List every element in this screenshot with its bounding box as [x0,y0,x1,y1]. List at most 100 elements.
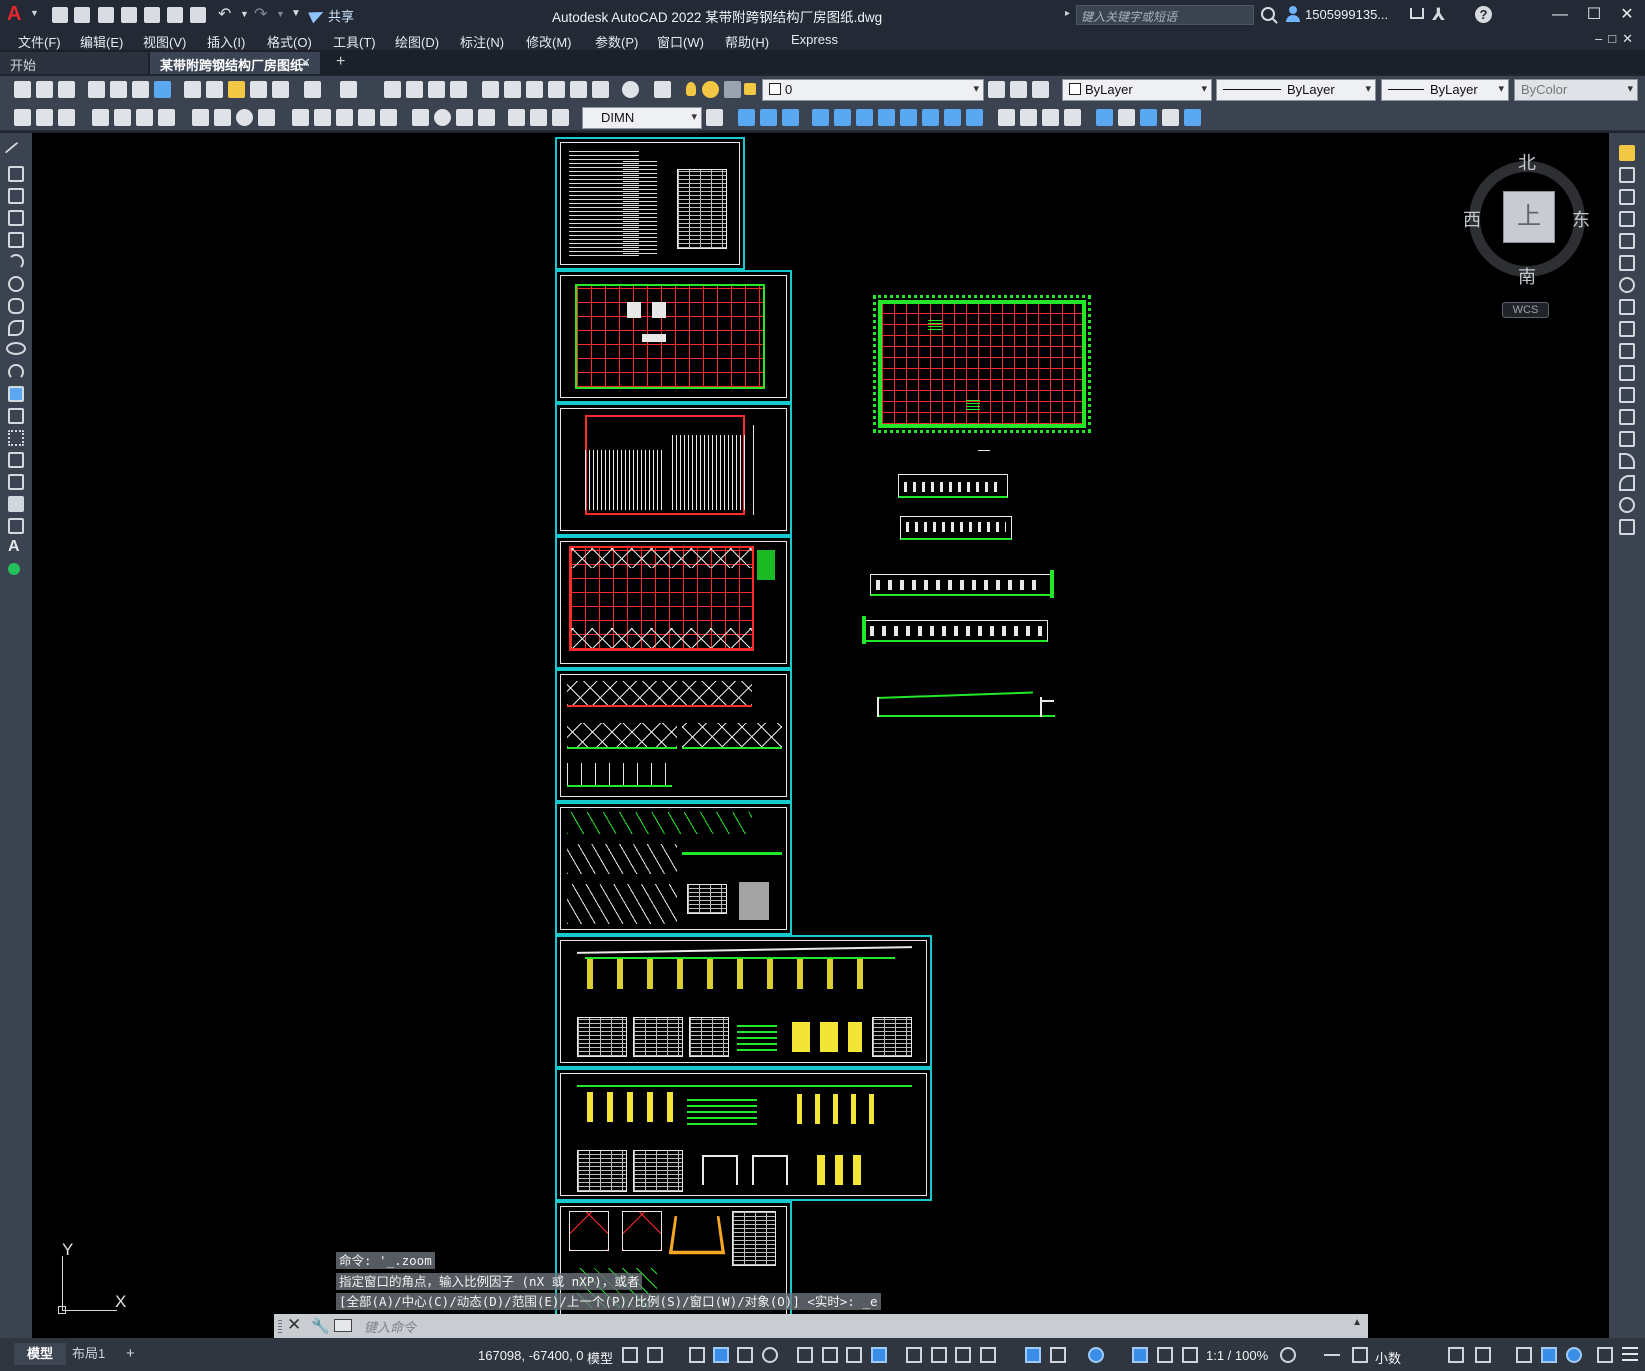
hardware-acceleration-icon[interactable] [1566,1347,1582,1363]
linetype-dropdown[interactable]: ByLayer [1216,79,1376,101]
aligned-dimension-icon[interactable] [114,109,131,126]
dimension-text-edit-icon[interactable] [530,109,547,126]
document-window-controls[interactable]: –□✕ [1595,31,1639,47]
sheet-bracing-plan[interactable] [555,536,792,669]
layer-dropdown[interactable]: 0 [762,79,984,101]
compass-north[interactable]: 北 [1518,149,1536,175]
layer-states-icon[interactable] [1032,81,1049,98]
status-customization-menu-icon[interactable] [1622,1347,1638,1361]
pan-icon[interactable] [384,81,401,98]
multiline-text-icon[interactable]: A [8,538,20,556]
diameter-dimension-icon[interactable] [236,109,253,126]
sheet-roof-structure[interactable] [555,403,792,536]
chamfer-icon[interactable] [1619,453,1635,469]
minimize-button[interactable]: — [1544,3,1576,27]
undo-toolbar-icon[interactable] [304,81,321,98]
print-preview-icon[interactable] [110,81,127,98]
customize-quick-access-icon[interactable]: ▼ [291,8,307,24]
object-snap-icon[interactable] [846,1347,862,1363]
add-layout-button[interactable]: + [126,1343,135,1365]
search-expand-icon[interactable]: ▸ [1065,8,1070,19]
gradient-icon[interactable] [8,474,24,490]
close-window-button[interactable]: ✕ [1611,3,1643,27]
insert-block-icon[interactable] [8,386,24,402]
lineweight-dropdown[interactable]: ByLayer [1381,79,1509,101]
isometric-drafting-icon[interactable] [797,1347,813,1363]
modeling-tool-10-icon[interactable] [944,109,961,126]
mirror-icon[interactable] [1619,189,1635,205]
offset-icon[interactable] [1619,211,1635,227]
search-input[interactable]: 键入关键字或短语 [1076,5,1254,25]
visual-style-3-icon[interactable] [1042,109,1059,126]
tab-document[interactable]: 某带附跨钢结构厂房图纸* [150,52,320,74]
plotstyle-dropdown[interactable]: ByColor [1514,79,1638,101]
search-icon[interactable] [1261,7,1275,21]
tab-layout1[interactable]: 布局1 [72,1343,105,1365]
make-block-icon[interactable] [8,408,24,424]
menu-tools[interactable]: 工具(T) [333,32,376,51]
autodesk-app-icon[interactable]: ⅄ [1432,5,1445,25]
properties-icon[interactable] [482,81,499,98]
extend-icon[interactable] [1619,365,1635,381]
recent-commands-icon[interactable] [334,1319,352,1332]
rotate-icon[interactable] [1619,277,1635,293]
spline-icon[interactable] [8,320,24,336]
sheet-frame-details-1[interactable] [555,935,932,1068]
center-mark-icon[interactable] [434,109,451,126]
linear-dimension-icon[interactable] [92,109,109,126]
lineweight-icon[interactable] [906,1347,922,1363]
ortho-mode-icon[interactable] [737,1347,753,1363]
blend-curves-icon[interactable] [1619,497,1635,513]
annotation-scale-icon[interactable] [1182,1347,1198,1363]
explode-icon[interactable] [1619,519,1635,535]
grid-display-icon[interactable] [622,1347,638,1363]
auto-scale-icon[interactable] [1157,1347,1173,1363]
markup-icon[interactable] [570,81,587,98]
jogged-dimension-icon[interactable] [214,109,231,126]
layer-lock-icon[interactable] [744,83,756,95]
share-button[interactable]: 共享 [308,6,354,24]
transparency-icon[interactable] [931,1347,947,1363]
object-snap-tracking-icon[interactable] [822,1347,838,1363]
user-icon[interactable] [1285,6,1301,22]
sheet-set-icon[interactable] [548,81,565,98]
hatch-icon[interactable] [8,452,24,468]
menu-insert[interactable]: 插入(I) [207,32,245,51]
break-icon[interactable] [1619,409,1635,425]
units-icon[interactable] [1352,1347,1368,1363]
modeling-tool-2-icon[interactable] [760,109,777,126]
polyline-icon[interactable] [8,188,24,204]
table-icon[interactable] [8,518,24,534]
cart-icon[interactable] [1410,8,1424,19]
trim-icon[interactable] [1619,343,1635,359]
view-tool-5-icon[interactable] [1184,109,1201,126]
viewcube-top-face[interactable]: 上 [1503,191,1555,243]
join-icon[interactable] [1619,431,1635,447]
compass-west[interactable]: 西 [1463,206,1481,232]
stretch-icon[interactable] [1619,321,1635,337]
tool-palettes-icon[interactable] [526,81,543,98]
menu-dimension[interactable]: 标注(N) [460,32,504,51]
command-history-toggle-icon[interactable]: ▲ [1352,1317,1362,1328]
layer-thaw-sun-icon[interactable] [702,81,719,98]
tab-model[interactable]: 模型 [14,1343,66,1365]
arc-icon[interactable] [8,254,24,270]
erase-icon[interactable] [1619,145,1635,161]
floor-plan[interactable] [873,295,1091,433]
layer-on-bulb-icon[interactable] [686,82,696,96]
close-tab-icon[interactable]: ✕ [300,55,311,71]
save-toolbar-icon[interactable] [58,81,75,98]
dimension-style-manager-icon[interactable] [706,109,723,126]
3d-object-snap-icon[interactable] [980,1347,996,1363]
infer-constraints-icon[interactable] [689,1347,705,1363]
save-as-icon[interactable] [121,7,137,23]
circle-icon[interactable] [8,276,24,292]
block-editor-icon[interactable] [272,81,289,98]
dimension-update-icon[interactable] [552,109,569,126]
layer-previous-icon[interactable] [1010,81,1027,98]
view-tool-4-icon[interactable] [1162,109,1179,126]
menu-file[interactable]: 文件(F) [18,32,61,51]
calculator-icon[interactable] [592,81,609,98]
menu-draw[interactable]: 绘图(D) [395,32,439,51]
ordinate-dimension-icon[interactable] [158,109,175,126]
